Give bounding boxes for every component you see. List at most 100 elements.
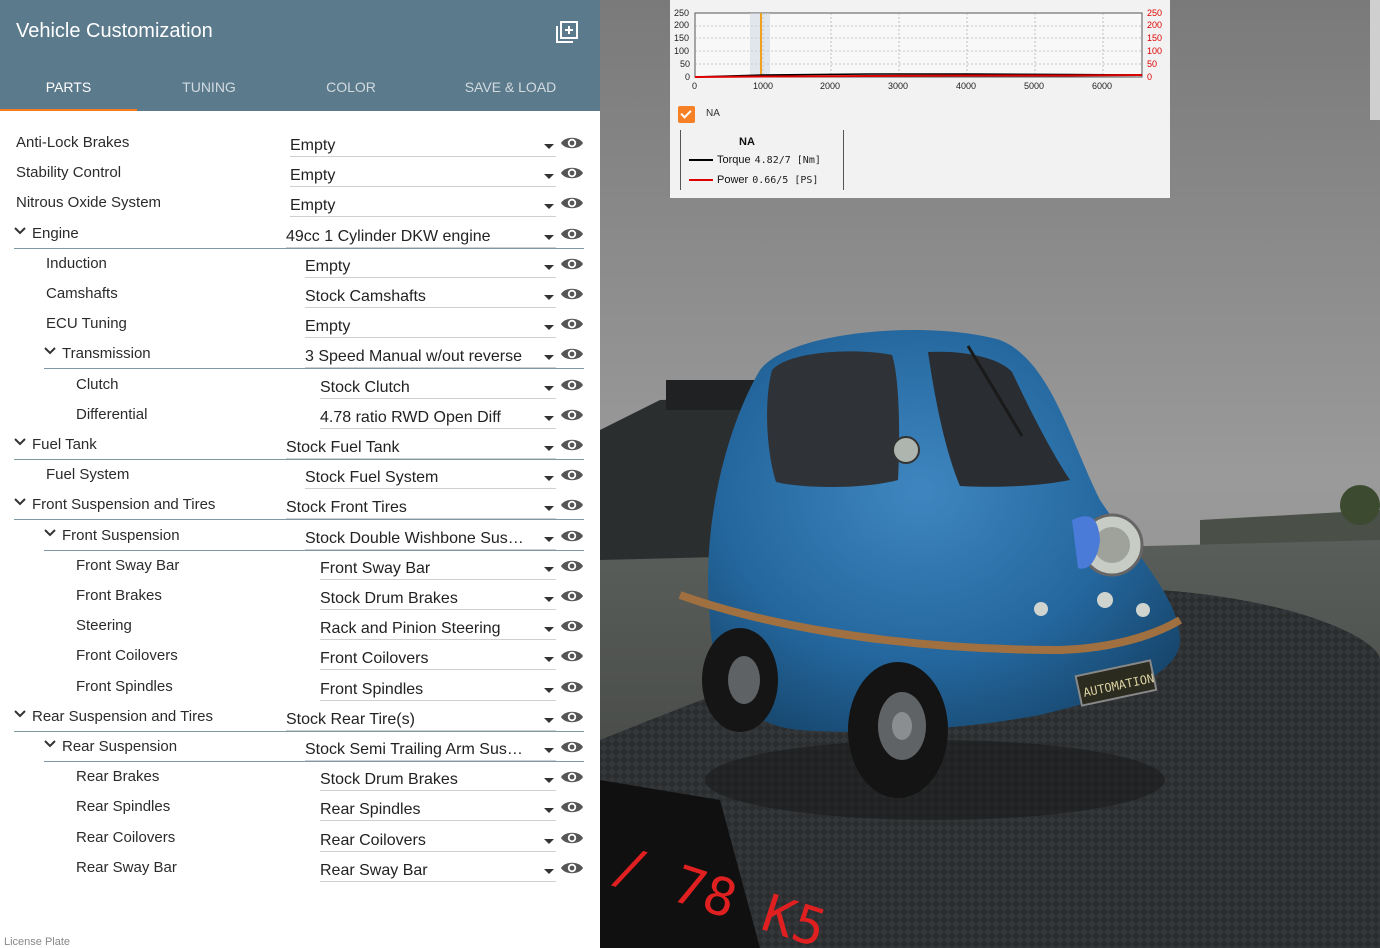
part-label: Front Sway Bar (76, 557, 180, 574)
part-row: Rear Brakes Stock Drum Brakes (0, 762, 600, 792)
part-select[interactable]: Stock Fuel System (305, 463, 556, 489)
eye-icon[interactable] (560, 857, 584, 879)
tab-save-load[interactable]: SAVE & LOAD (421, 64, 600, 111)
eye-icon[interactable] (560, 766, 584, 788)
part-select[interactable]: 3 Speed Manual w/out reverse (305, 342, 556, 368)
dropdown-caret-icon (544, 144, 554, 149)
chevron-down-icon[interactable] (14, 497, 26, 507)
eye-icon[interactable] (560, 615, 584, 637)
part-row: Rear Spindles Rear Spindles (0, 792, 600, 822)
legend-torque: Torque 4.82/7 [Nm] (689, 154, 821, 166)
power-swatch (689, 179, 713, 182)
eye-icon[interactable] (560, 313, 584, 335)
eye-icon[interactable] (560, 494, 584, 516)
part-select[interactable]: Stock Clutch (320, 373, 556, 399)
eye-icon[interactable] (560, 555, 584, 577)
part-select[interactable]: Rear Coilovers (320, 826, 556, 852)
chevron-down-icon[interactable] (44, 739, 56, 749)
part-row: Fuel System Stock Fuel System (0, 460, 600, 490)
part-select[interactable]: Empty (305, 312, 556, 338)
part-select-value: Empty (290, 137, 336, 154)
eye-icon[interactable] (560, 796, 584, 818)
eye-icon[interactable] (560, 827, 584, 849)
eye-icon[interactable] (560, 223, 584, 245)
part-select[interactable]: 49cc 1 Cylinder DKW engine (286, 222, 556, 248)
part-select[interactable]: Rear Spindles (320, 795, 556, 821)
part-label: Rear Spindles (76, 798, 171, 815)
part-label: Front Suspension and Tires (32, 496, 216, 513)
eye-icon[interactable] (560, 645, 584, 667)
part-row: Stability Control Empty (0, 158, 600, 188)
dropdown-caret-icon (544, 597, 554, 602)
part-row: Clutch Stock Clutch (0, 370, 600, 400)
part-select[interactable]: Empty (290, 191, 556, 217)
customization-panel: Vehicle Customization PARTS TUNING COLOR… (0, 0, 600, 948)
page-title: Vehicle Customization (16, 20, 213, 42)
chevron-down-icon[interactable] (44, 528, 56, 538)
eye-icon[interactable] (560, 192, 584, 214)
y-right-tick: 150 (1147, 33, 1163, 43)
eye-icon[interactable] (560, 374, 584, 396)
part-select[interactable]: Stock Double Wishbone Suspension (305, 524, 556, 550)
na-series-checkbox[interactable] (678, 106, 695, 123)
part-select[interactable]: Front Spindles (320, 675, 556, 701)
eye-icon[interactable] (560, 343, 584, 365)
dropdown-caret-icon (544, 506, 554, 511)
part-select[interactable]: Rack and Pinion Steering (320, 614, 556, 640)
part-select[interactable]: Stock Rear Tire(s) (286, 705, 556, 731)
part-row: Front Suspension and Tires Stock Front Ti… (0, 490, 600, 520)
part-row: Fuel Tank Stock Fuel Tank (0, 430, 600, 460)
chevron-down-icon[interactable] (14, 709, 26, 719)
eye-icon[interactable] (560, 253, 584, 275)
part-select[interactable]: Stock Camshafts (305, 282, 556, 308)
eye-icon[interactable] (560, 162, 584, 184)
chevron-down-icon[interactable] (44, 346, 56, 356)
graph-legend: NA Torque 4.82/7 [Nm] Power 0.66/5 [PS] (680, 130, 844, 190)
tab-tuning[interactable]: TUNING (137, 64, 281, 111)
chevron-down-icon[interactable] (14, 226, 26, 236)
part-label: Front Spindles (76, 678, 173, 695)
part-select[interactable]: Stock Semi Trailing Arm Suspension (305, 735, 556, 761)
part-select-value: Empty (290, 167, 336, 184)
part-select-value: Stock Drum Brakes (320, 771, 458, 788)
y-left-tick: 50 (680, 59, 691, 69)
part-select[interactable]: Stock Drum Brakes (320, 584, 556, 610)
eye-icon[interactable] (560, 676, 584, 698)
dropdown-caret-icon (544, 808, 554, 813)
tab-parts[interactable]: PARTS (0, 64, 137, 111)
eye-icon[interactable] (560, 525, 584, 547)
part-select-value: Rear Sway Bar (320, 862, 428, 879)
part-select[interactable]: Stock Fuel Tank (286, 433, 556, 459)
part-label: Transmission (62, 345, 151, 362)
add-window-icon[interactable] (556, 21, 578, 43)
part-select[interactable]: Empty (305, 252, 556, 278)
eye-icon[interactable] (560, 434, 584, 456)
part-select[interactable]: Front Coilovers (320, 644, 556, 670)
part-select[interactable]: Rear Sway Bar (320, 856, 556, 882)
license-plate-label: License Plate (4, 936, 71, 948)
eye-icon[interactable] (560, 404, 584, 426)
eye-icon[interactable] (560, 283, 584, 305)
eye-icon[interactable] (560, 736, 584, 758)
dropdown-caret-icon (544, 325, 554, 330)
part-select[interactable]: Empty (290, 131, 556, 157)
part-select-value: 3 Speed Manual w/out reverse (305, 348, 523, 365)
eye-icon[interactable] (560, 464, 584, 486)
part-select[interactable]: Empty (290, 161, 556, 187)
eye-icon[interactable] (560, 585, 584, 607)
part-select[interactable]: 4.78 ratio RWD Open Diff (320, 403, 556, 429)
x-tick: 4000 (956, 81, 977, 91)
y-right-tick: 0 (1147, 72, 1153, 82)
eye-icon[interactable] (560, 132, 584, 154)
part-label: Camshafts (46, 285, 118, 302)
part-select-value: Front Coilovers (320, 650, 429, 667)
y-left-tick: 200 (674, 20, 690, 30)
y-left-tick: 150 (674, 33, 690, 43)
eye-icon[interactable] (560, 706, 584, 728)
part-select[interactable]: Stock Front Tires (286, 493, 556, 519)
tab-color[interactable]: COLOR (281, 64, 421, 111)
chevron-down-icon[interactable] (14, 437, 26, 447)
part-select[interactable]: Front Sway Bar (320, 554, 556, 580)
part-select-value: Stock Front Tires (286, 499, 407, 516)
part-select[interactable]: Stock Drum Brakes (320, 765, 556, 791)
